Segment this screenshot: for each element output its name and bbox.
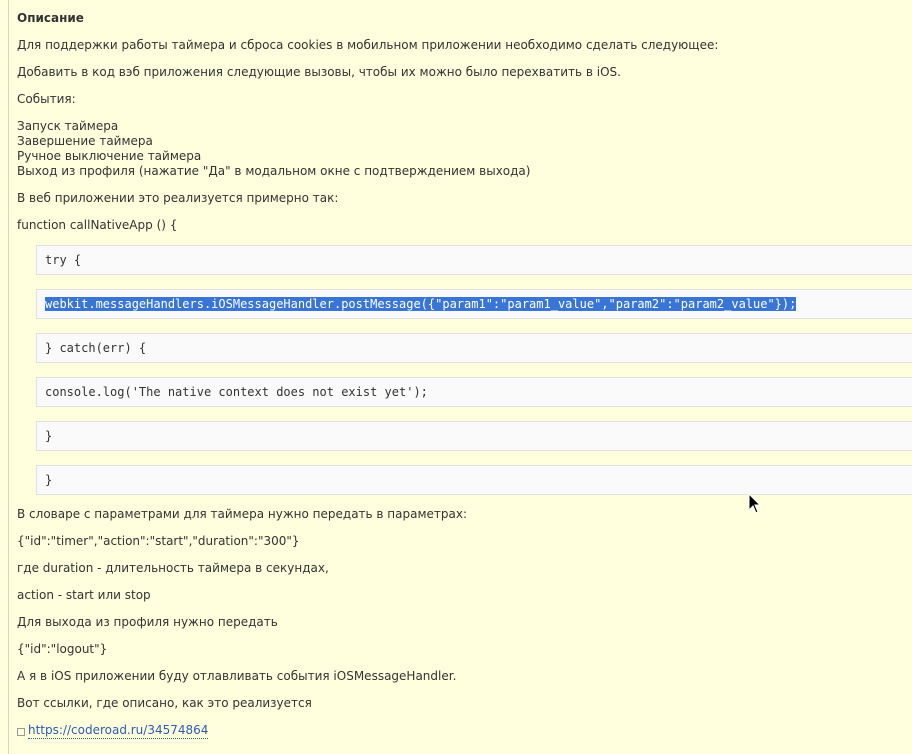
timer-json: {"id":"timer","action":"start","duration… (17, 534, 300, 548)
code-block[interactable]: } (36, 421, 912, 451)
mouse-cursor-icon (748, 493, 762, 514)
events-list: Запуск таймера Завершение таймера Ручное… (17, 119, 912, 179)
code-line: } (45, 429, 53, 443)
code-block[interactable]: } catch(err) { (36, 333, 912, 363)
links-intro: Вот ссылки, где описано, как это реализу… (17, 696, 312, 710)
implementation-intro: В веб приложении это реализуется примерн… (17, 191, 339, 205)
code-line: } (45, 473, 53, 487)
external-link-row: https://coderoad.ru/34574864 (17, 723, 912, 739)
duration-description: где duration - длительность таймера в се… (17, 561, 329, 575)
event-item: Выход из профиля (нажатие "Да" в модальн… (17, 164, 531, 178)
external-link-icon (17, 728, 25, 736)
intro-paragraph: Для поддержки работы таймера и сброса co… (17, 38, 719, 52)
issue-description-page: Описание Для поддержки работы таймера и … (0, 0, 912, 754)
code-line: try { (45, 253, 82, 267)
action-description: action - start или stop (17, 588, 151, 602)
code-blocks: try { webkit.messageHandlers.iOSMessageH… (36, 245, 912, 495)
event-item: Ручное выключение таймера (17, 149, 202, 163)
description-heading: Описание (17, 11, 84, 25)
code-line-selected: webkit.messageHandlers.iOSMessageHandler… (45, 297, 797, 311)
coderoad-link[interactable]: https://coderoad.ru/34574864 (28, 723, 209, 739)
code-block[interactable]: try { (36, 245, 912, 275)
code-block[interactable]: } (36, 465, 912, 495)
event-item: Завершение таймера (17, 134, 153, 148)
function-declaration: function callNativeApp () { (17, 218, 178, 232)
events-label: События: (17, 92, 76, 106)
instruction-paragraph: Добавить в код вэб приложения следующие … (17, 65, 621, 79)
code-line: } catch(err) { (45, 341, 147, 355)
ios-note: А я в iOS приложении буду отлавливать со… (17, 669, 457, 683)
left-border-divider (8, 0, 9, 754)
code-block[interactable]: console.log('The native context does not… (36, 377, 912, 407)
code-block[interactable]: webkit.messageHandlers.iOSMessageHandler… (36, 289, 912, 319)
logout-intro: Для выхода из профиля нужно передать (17, 615, 278, 629)
dictionary-intro: В словаре с параметрами для таймера нужн… (17, 507, 468, 521)
description-content: Описание Для поддержки работы таймера и … (17, 11, 912, 739)
logout-json: {"id":"logout"} (17, 642, 108, 656)
event-item: Запуск таймера (17, 119, 119, 133)
code-line: console.log('The native context does not… (45, 385, 428, 399)
